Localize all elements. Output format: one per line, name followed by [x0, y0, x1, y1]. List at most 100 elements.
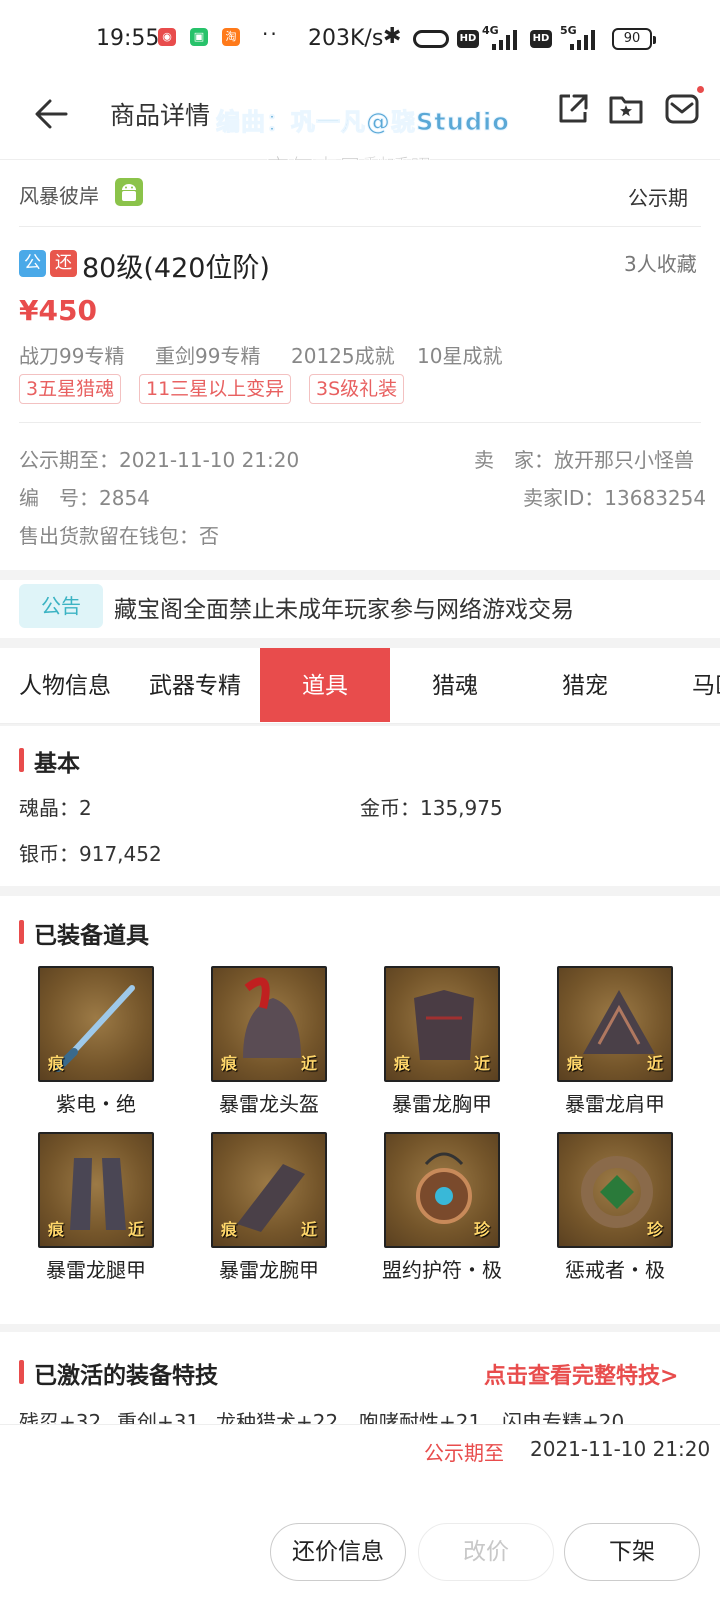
- feature-tag: 11三星以上变异: [139, 374, 292, 404]
- back-button[interactable]: [30, 92, 74, 136]
- item-mark: 痕: [221, 1054, 238, 1073]
- attribute: 10星成就: [417, 344, 503, 368]
- attribute: 战刀99专精: [19, 344, 125, 368]
- bargain-info-button[interactable]: 还价信息: [270, 1523, 406, 1581]
- network-speed: 203K/s: [308, 26, 384, 51]
- equipment-item-icon[interactable]: 痕近: [384, 966, 500, 1082]
- skills-section: 已激活的装备特技 点击查看完整特技> 残忍+32 重创+31 龙种猎术+22 咆…: [0, 1332, 720, 1434]
- equipment-item-name: 暴雷龙腿甲: [46, 1258, 146, 1282]
- item-mark: 珍: [646, 1220, 663, 1239]
- tab-hunting-soul[interactable]: 猎魂: [390, 648, 520, 722]
- netease-music-icon: ◉: [158, 28, 176, 46]
- equipment-item-name: 紫电・绝: [56, 1092, 136, 1116]
- publicity-deadline: 公示期至：2021-11-10 21:20: [19, 448, 300, 472]
- notification-dot: [697, 86, 704, 93]
- bluetooth-icon: ✱: [383, 24, 402, 49]
- announcement-text: 藏宝阁全面禁止未成年玩家参与网络游戏交易: [114, 597, 574, 623]
- delist-button[interactable]: 下架: [564, 1523, 700, 1581]
- favorite-button[interactable]: [608, 92, 644, 130]
- silver-coins: 银币：917,452: [19, 842, 162, 866]
- equipment-item-icon[interactable]: 痕近: [38, 1132, 154, 1248]
- equipment-item-icon[interactable]: 痕近: [211, 1132, 327, 1248]
- item-mark: 近: [300, 1054, 317, 1073]
- item-mark: 近: [300, 1220, 317, 1239]
- serial-number: 编 号：2854: [19, 486, 150, 510]
- signal-icon-2: [570, 28, 600, 50]
- item-mark: 珍: [473, 1220, 490, 1239]
- announcement-label: 公告: [19, 584, 103, 628]
- equipment-item-icon[interactable]: 珍: [557, 1132, 673, 1248]
- item-mark: 近: [646, 1054, 663, 1073]
- status-bar: 19:55 ◉ ▣ 淘 ·· 203K/s ✱ HD 4G HD 5G 90: [0, 0, 720, 78]
- taobao-icon: 淘: [222, 28, 240, 46]
- item-mark: 痕: [394, 1054, 411, 1073]
- view-all-skills-link[interactable]: 点击查看完整特技>: [484, 1358, 678, 1390]
- favorite-count: 3人收藏: [624, 252, 697, 276]
- seller-name: 卖 家：放开那只小怪兽: [474, 448, 694, 472]
- more-notifications-icon: ··: [262, 22, 279, 46]
- item-mark: 痕: [48, 1054, 65, 1073]
- item-mark: 近: [127, 1220, 144, 1239]
- deadline-value: 2021-11-10 21:20: [530, 1437, 711, 1461]
- tab-items[interactable]: 道具: [260, 648, 390, 722]
- item-mark: 痕: [48, 1220, 65, 1239]
- item-mark: 痕: [567, 1054, 584, 1073]
- share-button[interactable]: [556, 92, 590, 130]
- public-badge: 公: [19, 250, 46, 277]
- folder-star-icon: [609, 96, 643, 124]
- status-time: 19:55: [96, 26, 160, 51]
- tab-hunting-pet[interactable]: 猎宠: [520, 648, 650, 722]
- tab-horses[interactable]: 马匹: [650, 648, 720, 722]
- equipment-item-icon[interactable]: 痕近: [211, 966, 327, 1082]
- android-icon: [115, 178, 143, 206]
- vibrate-icon: [413, 30, 449, 48]
- price: ¥450: [19, 294, 97, 327]
- wallet-setting: 售出货款留在钱包：否: [19, 524, 219, 548]
- equipment-item-name: 暴雷龙腕甲: [219, 1258, 319, 1282]
- message-button[interactable]: [664, 92, 700, 130]
- divider: [19, 226, 701, 227]
- gold-coins: 金币：135,975: [360, 796, 503, 820]
- mail-icon: [665, 94, 699, 124]
- product-info-card: 风暴彼岸 公示期 公 还 80级(420位阶) 3人收藏 ¥450 战刀99专精…: [0, 160, 720, 570]
- section-title: 已激活的装备特技: [19, 1356, 218, 1390]
- soul-crystal: 魂晶：2: [19, 796, 92, 820]
- arrow-left-icon: [35, 99, 68, 129]
- hd-icon-2: HD: [530, 30, 552, 48]
- equipment-item-name: 暴雷龙肩甲: [565, 1092, 665, 1116]
- deadline-label: 公示期至: [424, 1441, 504, 1465]
- equipped-items-section: 已装备道具 痕紫电・绝痕近暴雷龙头盔痕近暴雷龙胸甲痕近暴雷龙肩甲痕近暴雷龙腿甲痕…: [0, 896, 720, 1324]
- equipment-item-name: 暴雷龙胸甲: [392, 1092, 492, 1116]
- equipment-item-icon[interactable]: 痕: [38, 966, 154, 1082]
- divider: [19, 422, 701, 423]
- equipment-item-name: 盟约护符・极: [382, 1258, 502, 1282]
- lyrics-overlay-line1: 编曲：巩一凡@骁Studio: [216, 108, 510, 137]
- signal-icon: [492, 28, 522, 50]
- attribute: 20125成就: [291, 344, 395, 368]
- hd-icon: HD: [457, 30, 479, 48]
- feature-tag: 3五星猎魂: [19, 374, 122, 404]
- attribute: 重剑99专精: [155, 344, 261, 368]
- battery-icon: 90: [612, 28, 656, 50]
- change-price-button[interactable]: 改价: [418, 1523, 554, 1581]
- equipment-item-name: 惩戒者・极: [565, 1258, 665, 1282]
- page-title: 商品详情: [110, 101, 211, 130]
- equipment-item-name: 暴雷龙头盔: [219, 1092, 319, 1116]
- tab-character-info[interactable]: 人物信息: [0, 648, 130, 722]
- game-server-name: 风暴彼岸: [19, 184, 99, 208]
- bottom-action-bar: 公示期至 2021-11-10 21:20 还价信息 改价 下架: [0, 1424, 720, 1600]
- detail-tabs: 人物信息 武器专精 道具 猎魂 猎宠 马匹: [0, 648, 720, 724]
- section-title: 已装备道具: [19, 916, 149, 950]
- seller-id: 卖家ID：13683254: [523, 486, 707, 510]
- tab-weapon-mastery[interactable]: 武器专精: [130, 648, 260, 722]
- iqiyi-icon: ▣: [190, 28, 208, 46]
- feature-tag: 3S级礼装: [309, 374, 405, 404]
- character-level: 80级(420位阶): [82, 253, 270, 284]
- equipment-item-icon[interactable]: 珍: [384, 1132, 500, 1248]
- item-mark: 痕: [221, 1220, 238, 1239]
- bargain-badge: 还: [50, 250, 77, 277]
- equipment-item-icon[interactable]: 痕近: [557, 966, 673, 1082]
- announcement-bar[interactable]: 公告 藏宝阁全面禁止未成年玩家参与网络游戏交易: [0, 580, 720, 638]
- sale-phase: 公示期: [628, 186, 688, 210]
- section-title: 基本: [19, 744, 80, 778]
